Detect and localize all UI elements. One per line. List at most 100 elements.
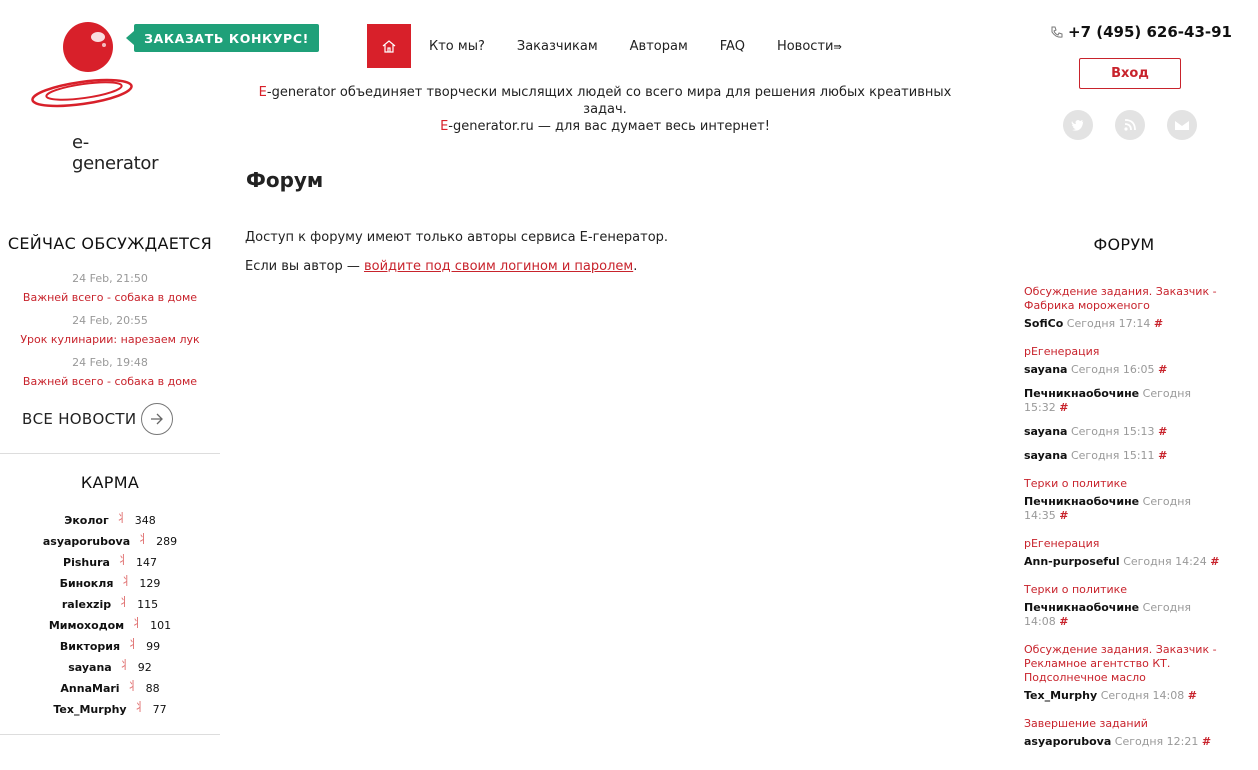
post-anchor-link[interactable]: # (1154, 317, 1163, 330)
tagline-accent: E (258, 85, 267, 100)
nav-item-news[interactable]: Новости⇛ (777, 39, 842, 54)
forum-post: Печникнаобочине Сегодня 14:08 # (1024, 601, 1224, 629)
mail-icon[interactable] (1167, 110, 1197, 140)
karma-user[interactable]: Виктория (60, 640, 120, 653)
karma-user[interactable]: Мимоходом (49, 619, 124, 632)
post-anchor-link[interactable]: # (1059, 401, 1068, 414)
rss-icon[interactable] (1115, 110, 1145, 140)
nav-item-authors[interactable]: Авторам (630, 39, 688, 54)
post-user[interactable]: asyaporubova (1024, 735, 1111, 748)
discuss-date: 24 Feb, 19:48 (72, 356, 148, 369)
rss-small-icon: ⇛ (833, 42, 842, 53)
post-anchor-link[interactable]: # (1059, 615, 1068, 628)
all-news-link[interactable]: ВСЕ НОВОСТИ (22, 403, 220, 435)
forum-feed: Обсуждение задания. Заказчик - Фабрика м… (1024, 285, 1224, 763)
forum-post: Tex_Murphy Сегодня 14:08 # (1024, 689, 1224, 703)
post-anchor-link[interactable]: # (1210, 555, 1219, 568)
topic-link[interactable]: рЕгенерация (1024, 537, 1099, 550)
post-anchor-link[interactable]: # (1158, 449, 1167, 462)
nav-item-news-label: Новости (776, 39, 834, 54)
karma-row: Pishura ⺦ 147 (0, 552, 220, 573)
karma-user[interactable]: ralexzip (62, 598, 111, 611)
list-item: Терки о политике Печникнаобочине Сегодня… (1024, 477, 1224, 523)
nav-item-customers[interactable]: Заказчикам (517, 39, 598, 54)
list-item: Обсуждение задания. Заказчик - Фабрика м… (1024, 285, 1224, 331)
post-user[interactable]: Tex_Murphy (1024, 689, 1097, 702)
divider (0, 734, 220, 735)
post-anchor-link[interactable]: # (1202, 735, 1211, 748)
karma-user[interactable]: Эколог (64, 514, 108, 527)
login-hint-prefix: Если вы автор — (245, 259, 364, 274)
discuss-link[interactable]: Важней всего - собака в доме (23, 375, 197, 388)
all-news-label: ВСЕ НОВОСТИ (22, 410, 137, 428)
post-time: Сегодня 12:21 (1114, 735, 1199, 748)
post-anchor-link[interactable]: # (1158, 425, 1167, 438)
post-anchor-link[interactable]: # (1158, 363, 1167, 376)
post-user[interactable]: SofiCo (1024, 317, 1063, 330)
karma-user[interactable]: asyaporubova (43, 535, 130, 548)
topic-link[interactable]: Терки о политике (1024, 477, 1127, 490)
post-user[interactable]: Ann-purposeful (1024, 555, 1120, 568)
karma-row: ralexzip ⺦ 115 (0, 594, 220, 615)
logo-text: e-generator (72, 132, 159, 174)
karma-pulse-icon: ⺦ (120, 574, 133, 588)
topic-link[interactable]: Терки о политике (1024, 583, 1127, 596)
karma-row: asyaporubova ⺦ 289 (0, 531, 220, 552)
post-user[interactable]: sayana (1024, 363, 1067, 376)
karma-user[interactable]: Tex_Murphy (53, 703, 126, 716)
topic-link[interactable]: Обсуждение задания. Заказчик - Рекламное… (1024, 643, 1217, 684)
post-user[interactable]: Печникнаобочине (1024, 387, 1139, 400)
topic-link[interactable]: рЕгенерация (1024, 345, 1099, 358)
login-link[interactable]: войдите под своим логином и паролем (364, 259, 633, 274)
twitter-icon[interactable] (1063, 110, 1093, 140)
list-item: 24 Feb, 19:48 Важней всего - собака в до… (0, 356, 220, 389)
nav-item-faq[interactable]: FAQ (720, 39, 745, 54)
karma-row: Виктория ⺦ 99 (0, 636, 220, 657)
post-user[interactable]: sayana (1024, 449, 1067, 462)
login-hint: Если вы автор — войдите под своим логино… (245, 258, 668, 276)
order-contest-button[interactable]: ЗАКАЗАТЬ КОНКУРС! (126, 24, 319, 52)
page-title: Форум (246, 168, 324, 192)
post-user[interactable]: Печникнаобочине (1024, 495, 1139, 508)
divider (0, 453, 220, 454)
post-user[interactable]: Печникнаобочине (1024, 601, 1139, 614)
discuss-link[interactable]: Важней всего - собака в доме (23, 291, 197, 304)
karma-row: Мимоходом ⺦ 101 (0, 615, 220, 636)
login-hint-suffix: . (633, 259, 638, 274)
karma-user[interactable]: sayana (68, 661, 111, 674)
topic-link[interactable]: Обсуждение задания. Заказчик - Фабрика м… (1024, 285, 1217, 312)
karma-user[interactable]: Бинокля (60, 577, 114, 590)
post-user[interactable]: sayana (1024, 425, 1067, 438)
home-button[interactable] (367, 24, 411, 68)
main-nav: Кто мы? Заказчикам Авторам FAQ Новости⇛ (429, 39, 842, 54)
karma-pulse-icon: ⺦ (137, 532, 150, 546)
karma-user[interactable]: AnnaMari (60, 682, 119, 695)
forum-post: sayana Сегодня 16:05 # (1024, 363, 1224, 377)
discuss-date: 24 Feb, 20:55 (72, 314, 148, 327)
phone-number: +7 (495) 626-43-91 (1050, 23, 1232, 41)
forum-post: sayana Сегодня 15:11 # (1024, 449, 1224, 463)
karma-value: 99 (146, 640, 161, 653)
post-time: Сегодня 15:13 (1070, 425, 1155, 438)
karma-pulse-icon: ⺦ (131, 616, 144, 630)
karma-value: 77 (152, 703, 167, 716)
nav-item-who-we-are[interactable]: Кто мы? (429, 39, 485, 54)
forum-sidebar-title: ФОРУМ (1093, 235, 1155, 254)
post-anchor-link[interactable]: # (1059, 509, 1068, 522)
discuss-link[interactable]: Урок кулинарии: нарезаем лук (20, 333, 199, 346)
topic-link[interactable]: Завершение заданий (1024, 717, 1148, 730)
karma-value: 92 (137, 661, 152, 674)
site-logo[interactable]: e-generator (28, 20, 158, 174)
post-time: Сегодня 14:08 (1100, 689, 1185, 702)
karma-user[interactable]: Pishura (63, 556, 110, 569)
post-time: Сегодня 15:11 (1070, 449, 1155, 462)
tagline-line-1: -generator объединяет творчески мыслящих… (266, 85, 952, 117)
login-button[interactable]: Вход (1079, 58, 1181, 89)
karma-title: КАРМА (80, 473, 140, 492)
tagline-line-2: -generator.ru — для вас думает весь инте… (448, 119, 770, 134)
post-anchor-link[interactable]: # (1188, 689, 1197, 702)
list-item: рЕгенерация sayana Сегодня 16:05 # Печни… (1024, 345, 1224, 463)
karma-row: Бинокля ⺦ 129 (0, 573, 220, 594)
karma-value: 147 (135, 556, 157, 569)
forum-post: asyaporubova Сегодня 12:21 # (1024, 735, 1224, 749)
